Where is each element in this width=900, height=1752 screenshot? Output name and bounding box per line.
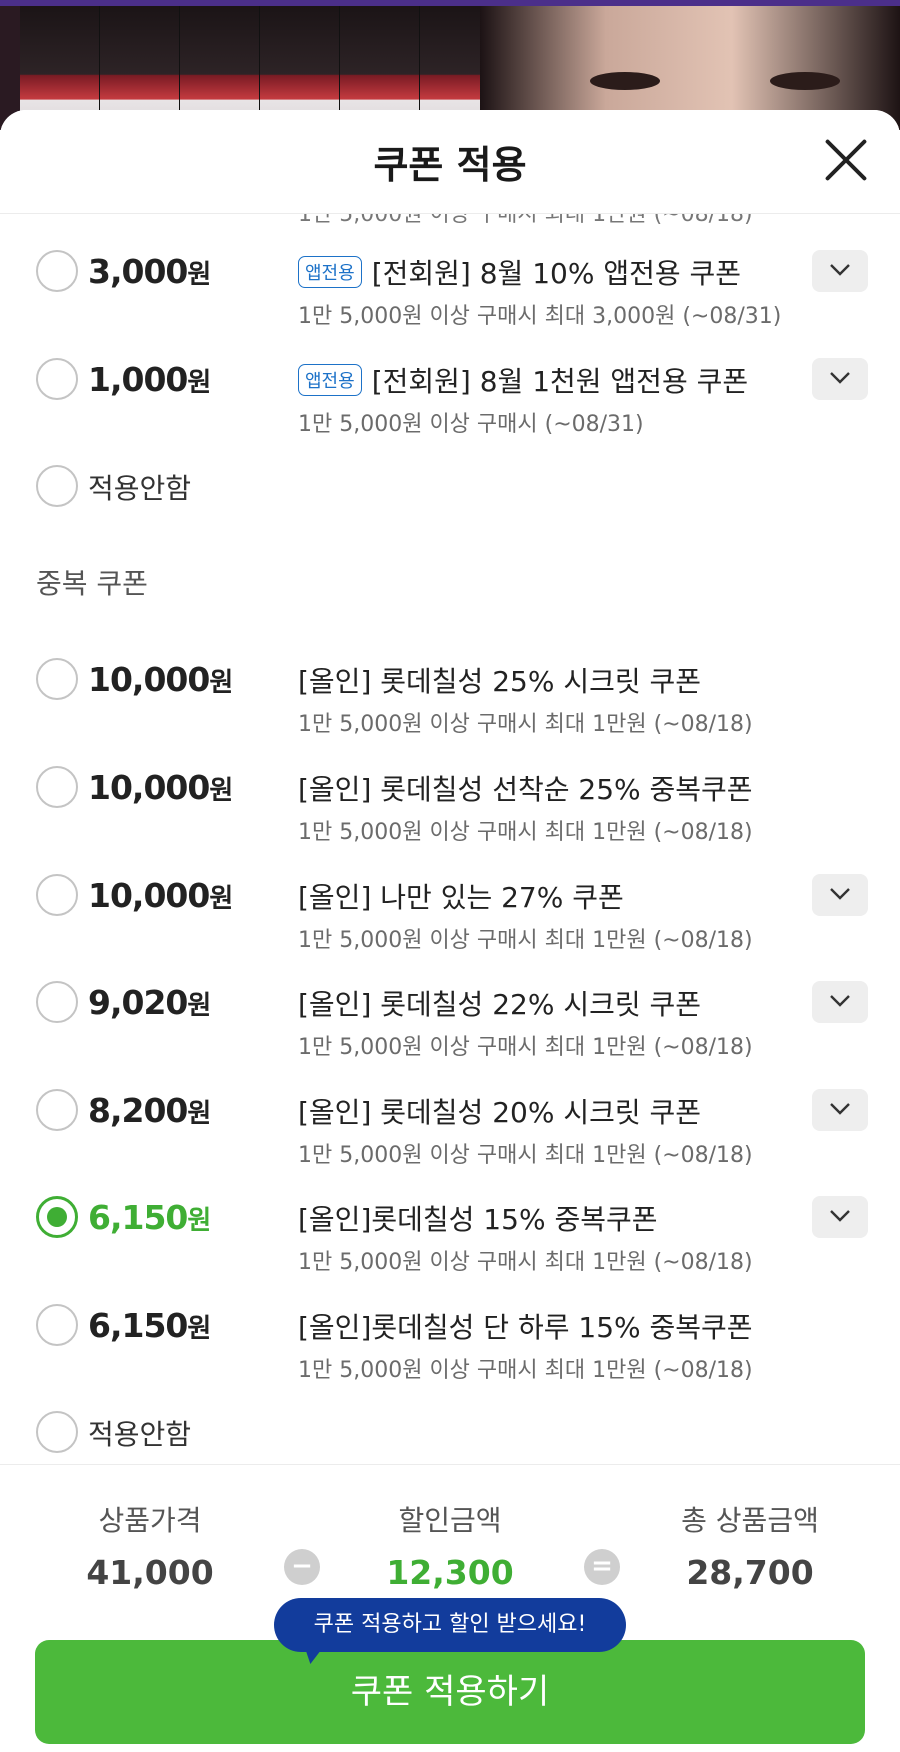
discount-value: 12,300: [386, 1553, 514, 1592]
coupon-row[interactable]: 3,000원 앱전용 [전회원] 8월 10% 앱전용 쿠폰 1만 5,000원 …: [0, 250, 900, 350]
chevron-down-icon[interactable]: [812, 1089, 868, 1131]
no-coupon-label: 적용안함: [88, 472, 192, 505]
coupon-amount: 9,020원: [88, 983, 211, 1022]
coupon-amount: 10,000원: [88, 660, 233, 699]
chevron-down-icon[interactable]: [812, 1196, 868, 1238]
coupon-radio[interactable]: [36, 658, 78, 700]
coupon-desc: 1만 5,000원 이상 구매시 최대 1만원 (~08/18): [298, 1143, 753, 1168]
coupon-amount: 3,000원: [88, 252, 211, 291]
total-column: 총 상품금액 28,700: [630, 1499, 870, 1592]
total-label: 총 상품금액: [681, 1504, 819, 1537]
close-icon[interactable]: [822, 136, 870, 184]
price-column: 상품가격 41,000: [30, 1499, 270, 1592]
price-label: 상품가격: [98, 1504, 202, 1537]
coupon-row[interactable]: 8,200원 [올인] 롯데칠성 20% 시크릿 쿠폰 1만 5,000원 이상…: [0, 1089, 900, 1189]
coupon-radio[interactable]: [36, 250, 78, 292]
coupon-name: 앱전용 [전회원] 8월 10% 앱전용 쿠폰: [298, 252, 741, 292]
coupon-name: [올인] 롯데칠성 22% 시크릿 쿠폰: [298, 988, 702, 1021]
coupon-desc: 1만 5,000원 이상 구매시 최대 1만원 (~08/18): [298, 1035, 753, 1060]
coupon-radio[interactable]: [36, 358, 78, 400]
coupon-row[interactable]: 10,000원 [올인] 나만 있는 27% 쿠폰 1만 5,000원 이상 구…: [0, 874, 900, 974]
coupon-amount: 6,150원: [88, 1198, 211, 1237]
coupon-desc: 1만 5,000원 이상 구매시 최대 1만원 (~08/18): [298, 1250, 753, 1275]
coupon-row-selected[interactable]: 6,150원 [올인]롯데칠성 15% 중복쿠폰 1만 5,000원 이상 구매…: [0, 1196, 900, 1296]
total-value: 28,700: [686, 1553, 814, 1592]
coupon-radio[interactable]: [36, 1089, 78, 1131]
coupon-name: [올인] 롯데칠성 선착순 25% 중복쿠폰: [298, 773, 753, 806]
minus-icon: −: [284, 1549, 320, 1585]
apply-coupon-button[interactable]: 쿠폰 적용하기: [35, 1640, 865, 1744]
coupon-radio[interactable]: [36, 465, 78, 507]
coupon-radio-checked[interactable]: [36, 1196, 78, 1238]
coupon-row-none[interactable]: 적용안함: [0, 465, 900, 565]
price-value: 41,000: [86, 1553, 214, 1592]
coupon-row[interactable]: 9,020원 [올인] 롯데칠성 22% 시크릿 쿠폰 1만 5,000원 이상…: [0, 981, 900, 1081]
coupon-amount: 6,150원: [88, 1306, 211, 1345]
banner-model-eye: [590, 72, 660, 90]
app-only-badge: 앱전용: [298, 364, 362, 396]
chevron-down-icon[interactable]: [812, 250, 868, 292]
chevron-down-icon[interactable]: [812, 874, 868, 916]
coupon-desc-partial: 1만 5,000원 이상 구매시 최대 1만원 (~08/18): [298, 214, 753, 227]
duplicate-coupon-section-title: 중복 쿠폰: [36, 567, 148, 600]
app-only-badge: 앱전용: [298, 256, 362, 288]
sheet-header: 쿠폰 적용: [0, 110, 900, 214]
no-coupon-label: 적용안함: [88, 1418, 192, 1451]
coupon-name: [올인]롯데칠성 단 하루 15% 중복쿠폰: [298, 1311, 753, 1344]
discount-label: 할인금액: [398, 1504, 502, 1537]
coupon-list[interactable]: 1만 5,000원 이상 구매시 최대 1만원 (~08/18) 3,000원 …: [0, 214, 900, 1574]
coupon-name: [올인] 롯데칠성 20% 시크릿 쿠폰: [298, 1096, 702, 1129]
price-summary: 상품가격 41,000 − 할인금액 12,300 = 총 상품금액 28,70…: [0, 1464, 900, 1614]
coupon-name: [올인] 롯데칠성 25% 시크릿 쿠폰: [298, 665, 702, 698]
discount-column: 할인금액 12,300: [330, 1499, 570, 1592]
coupon-desc: 1만 5,000원 이상 구매시 최대 1만원 (~08/18): [298, 712, 753, 737]
sheet-title: 쿠폰 적용: [373, 143, 527, 187]
coupon-desc: 1만 5,000원 이상 구매시 최대 3,000원 (~08/31): [298, 304, 782, 329]
coupon-amount: 10,000원: [88, 876, 233, 915]
banner-model-eye: [770, 72, 840, 90]
coupon-amount: 10,000원: [88, 768, 233, 807]
coupon-radio[interactable]: [36, 981, 78, 1023]
equals-icon: =: [584, 1549, 620, 1585]
coupon-name: 앱전용 [전회원] 8월 1천원 앱전용 쿠폰: [298, 360, 748, 400]
coupon-desc: 1만 5,000원 이상 구매시 최대 1만원 (~08/18): [298, 820, 753, 845]
coupon-desc: 1만 5,000원 이상 구매시 (~08/31): [298, 412, 644, 437]
coupon-desc: 1만 5,000원 이상 구매시 최대 1만원 (~08/18): [298, 1358, 753, 1383]
chevron-down-icon[interactable]: [812, 981, 868, 1023]
coupon-amount: 8,200원: [88, 1091, 211, 1130]
coupon-name: [올인]롯데칠성 15% 중복쿠폰: [298, 1203, 658, 1236]
coupon-row[interactable]: 6,150원 [올인]롯데칠성 단 하루 15% 중복쿠폰 1만 5,000원 …: [0, 1304, 900, 1404]
chevron-down-icon[interactable]: [812, 358, 868, 400]
coupon-radio[interactable]: [36, 1411, 78, 1453]
coupon-row[interactable]: 10,000원 [올인] 롯데칠성 선착순 25% 중복쿠폰 1만 5,000원…: [0, 766, 900, 866]
coupon-amount: 1,000원: [88, 360, 211, 399]
coupon-radio[interactable]: [36, 1304, 78, 1346]
coupon-radio[interactable]: [36, 874, 78, 916]
coupon-row[interactable]: 10,000원 [올인] 롯데칠성 25% 시크릿 쿠폰 1만 5,000원 이…: [0, 658, 900, 758]
coupon-name: [올인] 나만 있는 27% 쿠폰: [298, 881, 624, 914]
cta-tooltip: 쿠폰 적용하고 할인 받으세요!: [274, 1598, 626, 1652]
coupon-row[interactable]: 1,000원 앱전용 [전회원] 8월 1천원 앱전용 쿠폰 1만 5,000원 …: [0, 358, 900, 458]
coupon-radio[interactable]: [36, 766, 78, 808]
coupon-desc: 1만 5,000원 이상 구매시 최대 1만원 (~08/18): [298, 928, 753, 953]
